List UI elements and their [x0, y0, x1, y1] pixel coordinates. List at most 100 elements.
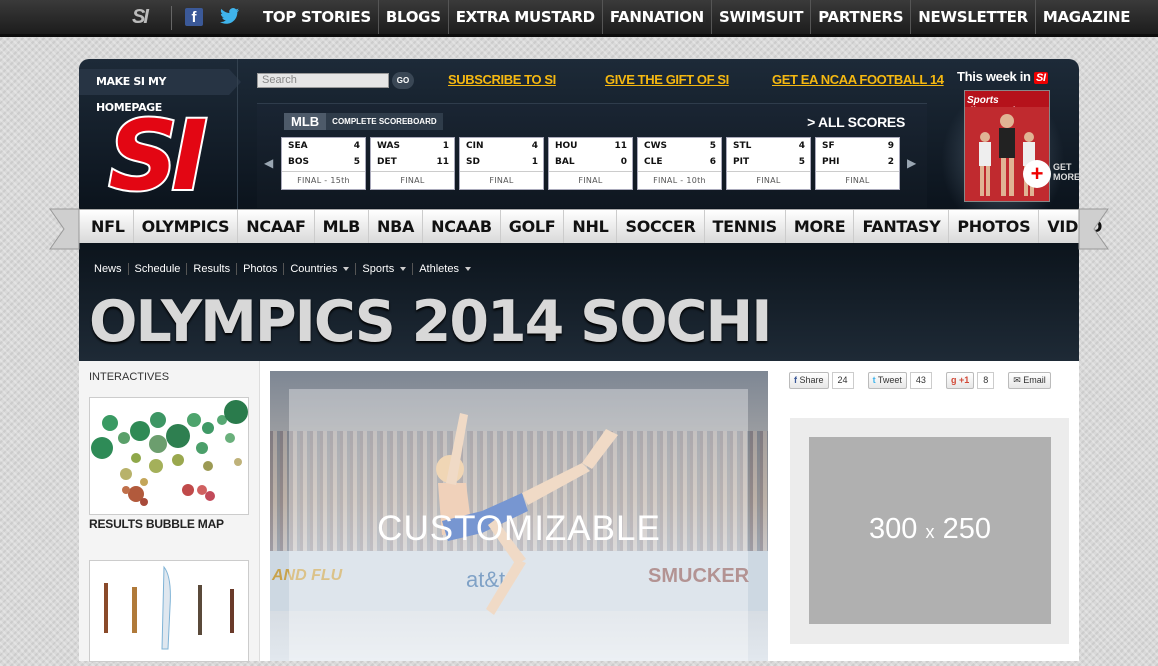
- home-team: BOS: [288, 157, 309, 167]
- ad-slot[interactable]: 300 x 250: [790, 418, 1069, 644]
- google-plus-button[interactable]: g +1 8: [945, 371, 995, 389]
- home-team: CLE: [644, 157, 663, 167]
- all-scores-link[interactable]: > ALL SCORES: [807, 114, 905, 130]
- si-small-logo[interactable]: SI: [132, 7, 162, 27]
- torch-thumbnail[interactable]: [89, 560, 249, 662]
- away-score: 1: [442, 141, 449, 151]
- subnav-schedule[interactable]: Schedule: [127, 263, 187, 275]
- game-card[interactable]: STL 4 PIT 5 FINAL: [726, 137, 811, 190]
- search-input[interactable]: Search: [257, 73, 389, 88]
- this-week-text: This week in: [957, 69, 1031, 84]
- scoreboard-tab[interactable]: MLB COMPLETE SCOREBOARD: [284, 113, 443, 130]
- ad-placeholder: 300 x 250: [809, 437, 1051, 624]
- game-card[interactable]: SEA 4 BOS 5 FINAL - 15th: [281, 137, 366, 190]
- ad-x: x: [925, 522, 935, 542]
- subnav-results[interactable]: Results: [186, 263, 236, 275]
- tweet-count: 43: [909, 371, 932, 389]
- sport-fantasy[interactable]: FANTASY: [853, 210, 948, 243]
- home-score: 5: [798, 157, 805, 167]
- away-score: 11: [614, 141, 627, 151]
- ea-ncaa-link[interactable]: GET EA NCAA FOOTBALL 14: [772, 72, 944, 87]
- chevron-down-icon: [400, 267, 407, 272]
- game-card[interactable]: CIN 4 SD 1 FINAL: [459, 137, 544, 190]
- sport-ncaab[interactable]: NCAAB: [422, 210, 500, 243]
- nav-swimsuit[interactable]: SWIMSUIT: [710, 0, 810, 34]
- sport-soccer[interactable]: SOCCER: [616, 210, 703, 243]
- away-team: CWS: [644, 141, 668, 151]
- home-score: 5: [353, 157, 360, 167]
- complete-scoreboard-link[interactable]: COMPLETE SCOREBOARD: [326, 113, 443, 130]
- share-label: Share: [799, 374, 824, 385]
- subnav-photos[interactable]: Photos: [236, 263, 283, 275]
- nav-fannation[interactable]: FANNATION: [601, 0, 711, 34]
- olympics-subnav: News Schedule Results Photos Countries S…: [88, 263, 477, 275]
- sport-more[interactable]: MORE: [784, 210, 854, 243]
- subnav-countries[interactable]: Countries: [283, 263, 355, 275]
- subnav-news-label: News: [94, 263, 122, 275]
- sports-nav: NFL OLYMPICS NCAAF MLB NBA NCAAB GOLF NH…: [79, 209, 1102, 244]
- subnav-news[interactable]: News: [88, 263, 128, 275]
- sport-olympics[interactable]: OLYMPICS: [132, 210, 238, 243]
- nav-partners[interactable]: PARTNERS: [810, 0, 910, 34]
- top-nav: TOP STORIES BLOGS EXTRA MUSTARD FANNATIO…: [256, 0, 1137, 34]
- si-logo[interactable]: SI: [93, 98, 217, 214]
- subnav-sports-label: Sports: [362, 263, 395, 275]
- sport-nfl[interactable]: NFL: [79, 210, 133, 243]
- sport-nba[interactable]: NBA: [368, 210, 422, 243]
- sport-mlb[interactable]: MLB: [313, 210, 368, 243]
- sport-golf[interactable]: GOLF: [499, 210, 564, 243]
- subnav-sports[interactable]: Sports: [355, 263, 412, 275]
- facebook-icon[interactable]: f: [185, 8, 203, 26]
- share-bar: f Share 24 t Tweet 43 g +1 8 ✉ Email: [789, 371, 1065, 389]
- bubble-map-thumbnail[interactable]: [89, 397, 249, 515]
- sport-nhl[interactable]: NHL: [563, 210, 616, 243]
- sport-video[interactable]: VIDEO: [1038, 210, 1110, 243]
- away-team: CIN: [466, 141, 484, 151]
- game-card[interactable]: WAS 1 DET 11 FINAL: [370, 137, 455, 190]
- subscribe-link[interactable]: SUBSCRIBE TO SI: [448, 72, 556, 87]
- game-card[interactable]: CWS 5 CLE 6 FINAL - 10th: [637, 137, 722, 190]
- sport-tennis[interactable]: TENNIS: [703, 210, 785, 243]
- away-score: 4: [353, 141, 360, 151]
- subnav-schedule-label: Schedule: [134, 263, 181, 275]
- chevron-down-icon: [343, 267, 350, 272]
- tweet-button[interactable]: t Tweet 43: [867, 371, 932, 389]
- nav-newsletter[interactable]: NEWSLETTER: [910, 0, 1035, 34]
- home-score: 2: [887, 157, 894, 167]
- nav-blogs[interactable]: BLOGS: [377, 0, 448, 34]
- make-homepage-button[interactable]: MAKE SI MY HOMEPAGE: [79, 69, 241, 114]
- game-card[interactable]: HOU 11 BAL 0 FINAL: [548, 137, 633, 190]
- plus-icon: +: [1023, 160, 1051, 188]
- featured-image[interactable]: AND FLU at&t SMUCKER CUSTOMIZABLE: [270, 371, 768, 661]
- divider: [237, 59, 238, 211]
- divider: [171, 6, 172, 30]
- email-button[interactable]: ✉ Email: [1008, 371, 1051, 389]
- game-card[interactable]: SF 9 PHI 2 FINAL: [815, 137, 900, 190]
- site-header: MAKE SI MY HOMEPAGE SI Search GO SUBSCRI…: [79, 59, 1080, 214]
- gift-link[interactable]: GIVE THE GIFT OF SI: [605, 72, 729, 87]
- olympics-header: News Schedule Results Photos Countries S…: [79, 243, 1079, 361]
- home-team: PIT: [733, 157, 750, 167]
- page-wrapper: MAKE SI MY HOMEPAGE SI Search GO SUBSCRI…: [79, 59, 1102, 662]
- scroll-left-icon[interactable]: ◀: [264, 156, 273, 170]
- nav-top-stories[interactable]: TOP STORIES: [256, 0, 378, 34]
- subnav-athletes[interactable]: Athletes: [412, 263, 477, 275]
- home-team: DET: [377, 157, 397, 167]
- search-go-button[interactable]: GO: [392, 72, 414, 89]
- bubble-map-caption[interactable]: RESULTS BUBBLE MAP: [89, 517, 224, 531]
- si-mini-logo: SI: [1034, 72, 1048, 84]
- email-icon: ✉ Email: [1008, 371, 1051, 389]
- league-label[interactable]: MLB: [284, 113, 327, 130]
- plus-one-count: 8: [977, 371, 995, 389]
- game-status: FINAL: [816, 171, 899, 189]
- sport-ncaaf[interactable]: NCAAF: [237, 210, 313, 243]
- facebook-share-button[interactable]: f Share 24: [789, 371, 854, 389]
- nav-magazine[interactable]: MAGAZINE: [1034, 0, 1137, 34]
- twitter-icon[interactable]: [220, 7, 242, 27]
- nav-extra-mustard[interactable]: EXTRA MUSTARD: [447, 0, 602, 34]
- ad-height: 250: [942, 513, 991, 545]
- scroll-right-icon[interactable]: ▶: [907, 156, 916, 170]
- sport-photos[interactable]: PHOTOS: [948, 210, 1038, 243]
- plus-one-label: +1: [958, 374, 970, 385]
- customizable-label: CUSTOMIZABLE: [377, 509, 661, 548]
